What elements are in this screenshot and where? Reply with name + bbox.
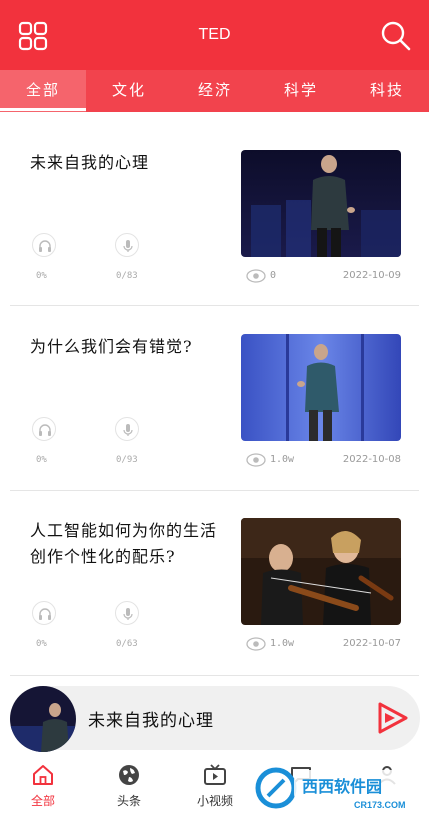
- tab-culture[interactable]: 文化: [86, 70, 172, 112]
- tab-science[interactable]: 科学: [258, 70, 344, 112]
- search-icon[interactable]: [380, 20, 412, 52]
- listen-button[interactable]: [32, 601, 56, 625]
- app-header: TED: [0, 0, 429, 70]
- eye-icon: [246, 453, 266, 467]
- article-card[interactable]: 为什么我们会有错觉? 0% 0/93 1.0w 2022-10-08: [0, 334, 429, 519]
- listen-progress: 0%: [36, 455, 47, 465]
- divider: [10, 490, 419, 491]
- listen-button[interactable]: [32, 417, 56, 441]
- article-title[interactable]: 未来自我的心理: [30, 150, 230, 176]
- tab-technology[interactable]: 科技: [344, 70, 429, 112]
- listen-progress: 0%: [36, 271, 47, 281]
- record-count: 0/63: [116, 639, 138, 649]
- listen-progress: 0%: [36, 639, 47, 649]
- article-thumbnail[interactable]: [241, 518, 401, 625]
- app-title: TED: [198, 26, 231, 43]
- nav-label: 全部: [30, 794, 55, 808]
- play-icon[interactable]: [374, 700, 410, 736]
- microphone-icon: [123, 608, 133, 620]
- listen-button[interactable]: [32, 233, 56, 257]
- nav-label: 小视频: [196, 794, 233, 808]
- record-button[interactable]: [115, 601, 139, 625]
- article-title[interactable]: 人工智能如何为你的生活创作个性化的配乐?: [30, 518, 230, 570]
- eye-icon: [246, 269, 266, 283]
- nav-item-all[interactable]: 全部: [0, 752, 86, 822]
- category-tabs: 全部 文化 经济 科学 科技: [0, 70, 429, 112]
- player-cover[interactable]: [10, 686, 76, 752]
- watermark-url: CR173.COM: [354, 800, 406, 810]
- headphones-icon: [39, 608, 51, 620]
- home-icon: [33, 765, 53, 785]
- publish-date: 2022-10-09: [342, 270, 401, 281]
- record-button[interactable]: [115, 417, 139, 441]
- tab-economy[interactable]: 经济: [172, 70, 258, 112]
- view-count: 0: [270, 270, 277, 281]
- microphone-icon: [123, 240, 133, 252]
- view-count: 1.0w: [270, 638, 295, 649]
- article-thumbnail[interactable]: [241, 150, 401, 257]
- record-count: 0/83: [116, 271, 138, 281]
- globe-icon: [119, 765, 139, 785]
- eye-icon: [246, 637, 266, 651]
- headphones-icon: [39, 424, 51, 436]
- article-title[interactable]: 为什么我们会有错觉?: [30, 334, 230, 360]
- player-title: 未来自我的心理: [88, 711, 214, 731]
- nav-item-headlines[interactable]: 头条: [86, 752, 172, 822]
- watermark-brand: 西西软件园: [302, 777, 382, 796]
- nav-item-short-video[interactable]: 小视频: [172, 752, 258, 822]
- article-thumbnail[interactable]: [241, 334, 401, 441]
- headphones-icon: [39, 240, 51, 252]
- record-button[interactable]: [115, 233, 139, 257]
- divider: [10, 305, 419, 306]
- nav-label: 头条: [116, 794, 141, 808]
- article-card[interactable]: 未来自我的心理 0% 0/83 0 2022-10-09: [0, 150, 429, 335]
- watermark-logo: 西西软件园 CR173.COM: [255, 767, 408, 810]
- tab-all[interactable]: 全部: [0, 70, 86, 112]
- tab-active-indicator: [0, 108, 86, 111]
- view-count: 1.0w: [270, 454, 295, 465]
- record-count: 0/93: [116, 455, 138, 465]
- microphone-icon: [123, 424, 133, 436]
- publish-date: 2022-10-08: [342, 454, 401, 465]
- tv-icon: [204, 764, 226, 785]
- divider: [10, 675, 419, 676]
- publish-date: 2022-10-07: [342, 638, 401, 649]
